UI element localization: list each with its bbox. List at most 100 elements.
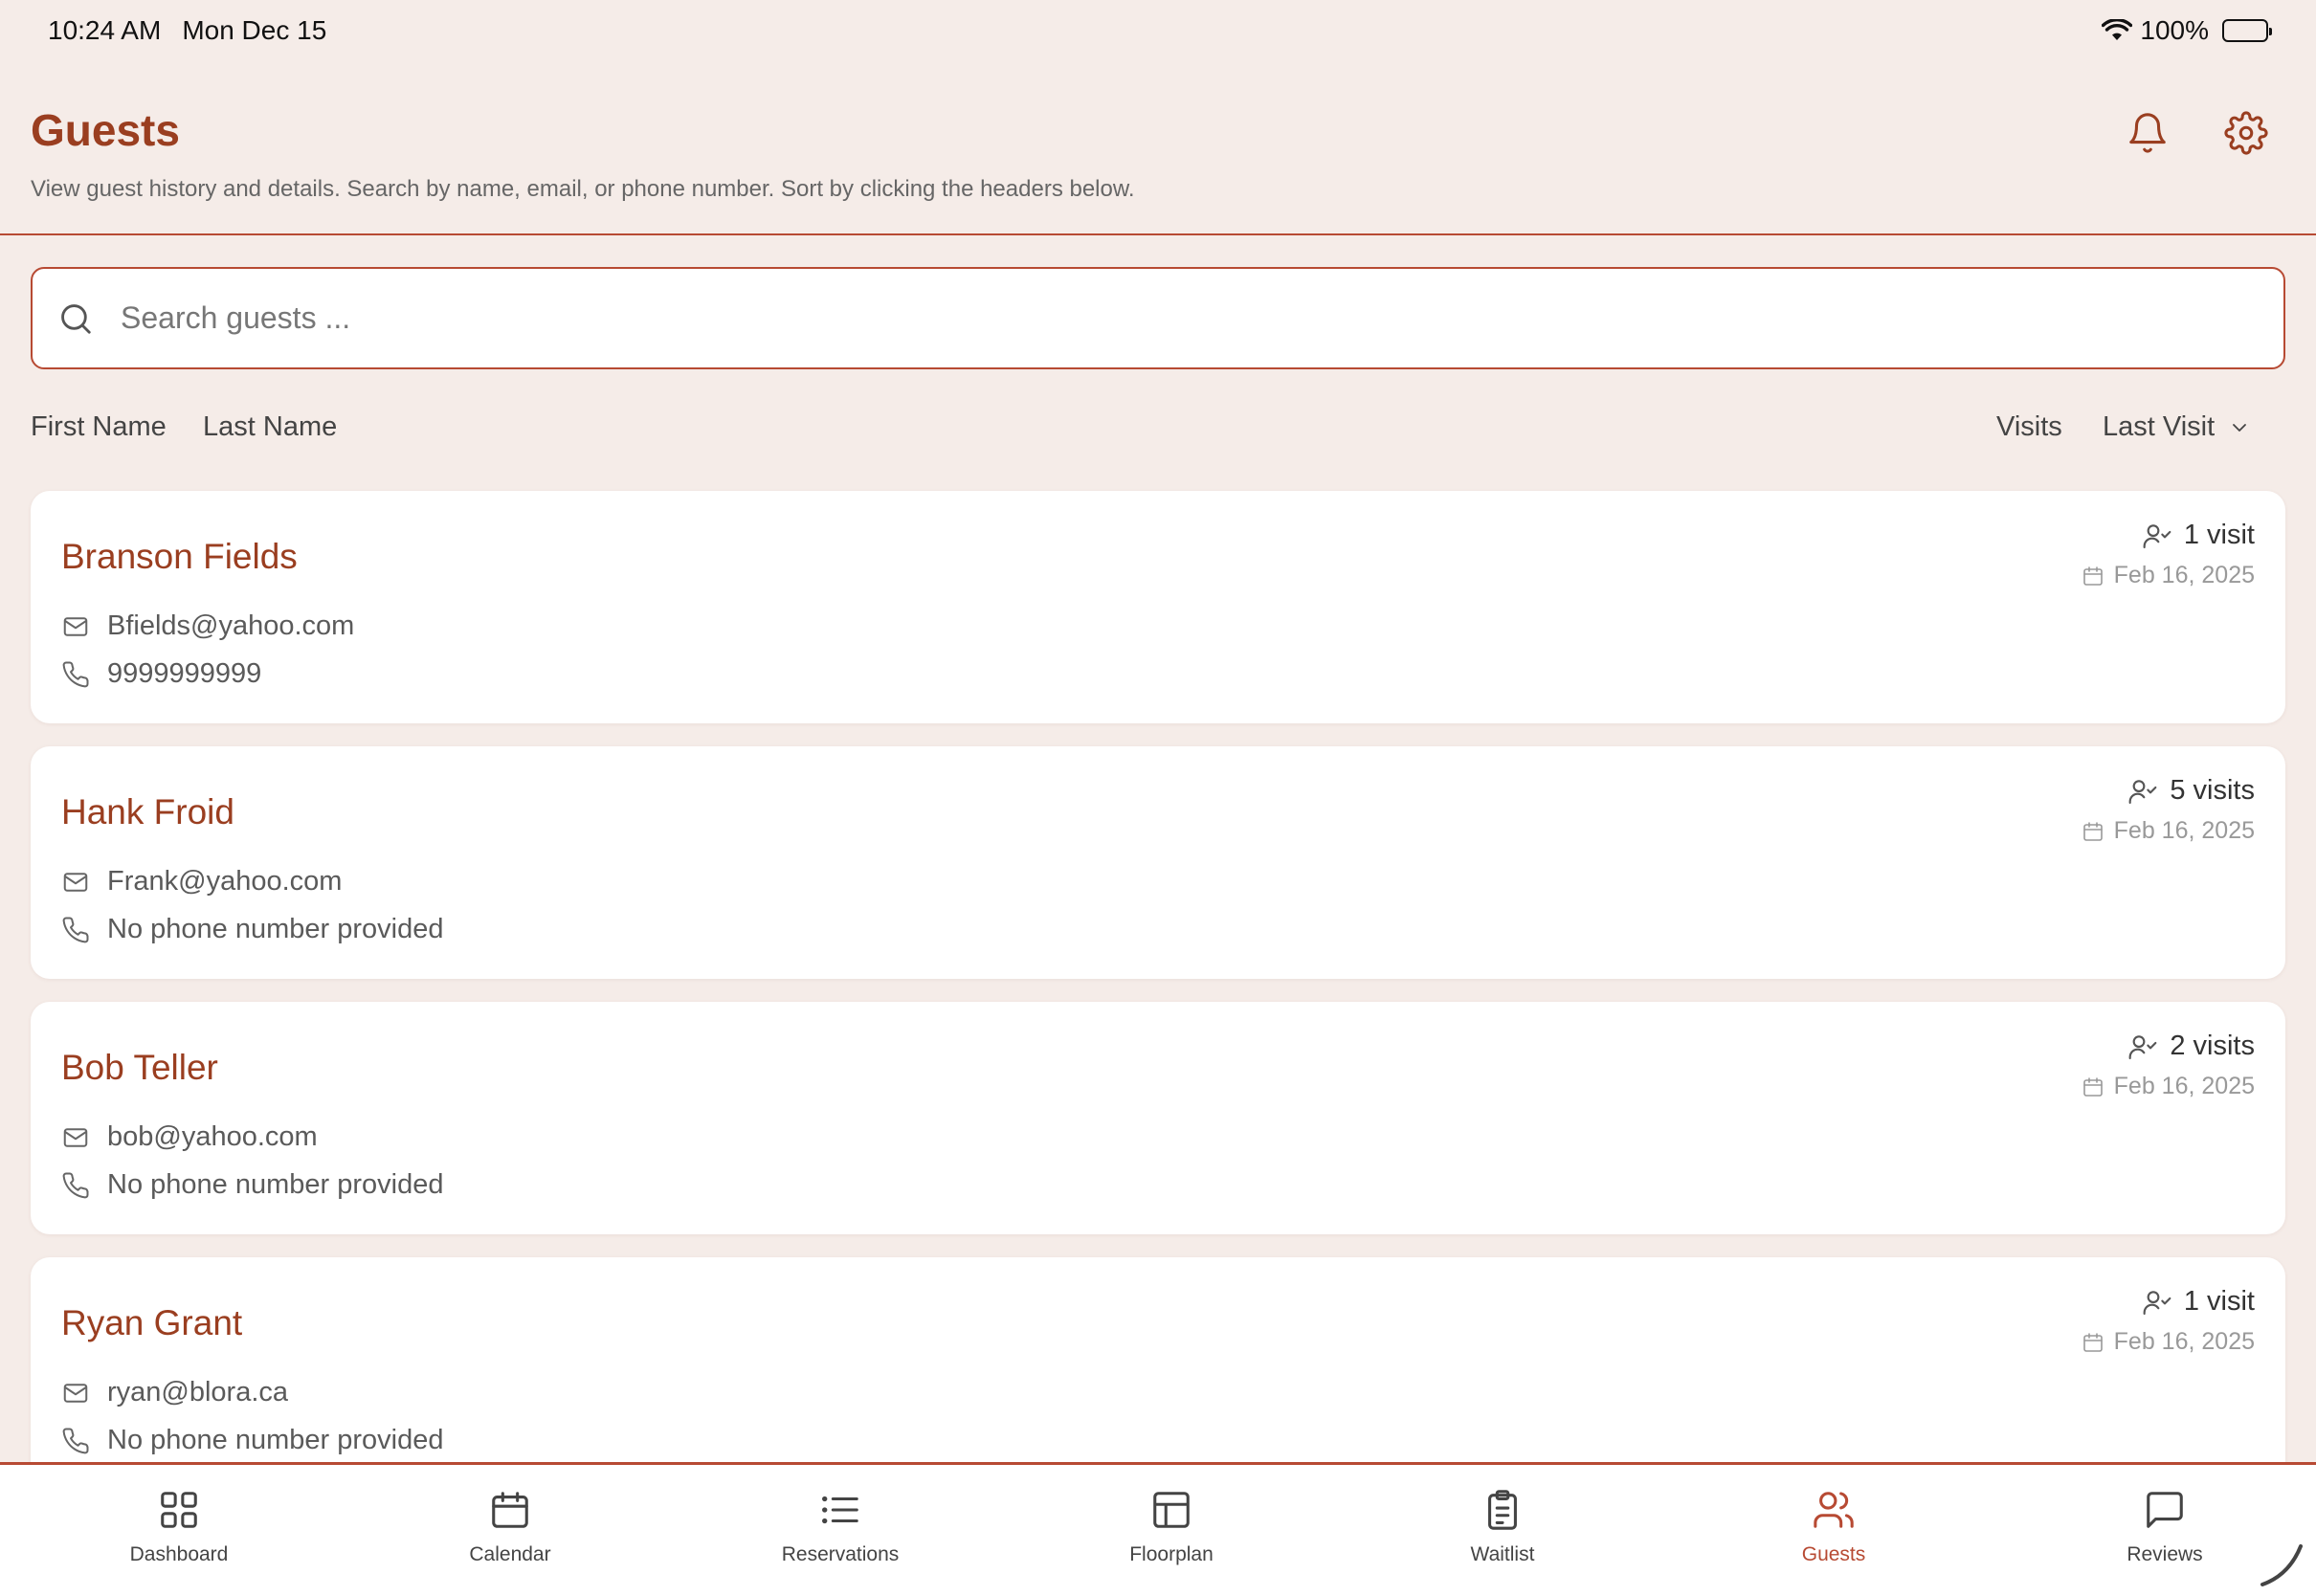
- user-check-icon: [2127, 776, 2170, 807]
- page-subtitle: View guest history and details. Search b…: [31, 176, 1135, 202]
- tab-label: Reservations: [781, 1543, 900, 1565]
- calendar-small-icon: [2082, 820, 2114, 843]
- guest-last-visit: Feb 16, 2025: [2082, 1073, 2255, 1100]
- message-icon: [2143, 1488, 2187, 1532]
- mail-icon: [61, 868, 107, 897]
- tab-label: Guests: [1801, 1543, 1866, 1565]
- layout-icon: [1149, 1488, 1193, 1532]
- tab-reservations[interactable]: Reservations: [745, 1465, 936, 1596]
- phone-icon: [61, 1171, 107, 1200]
- guest-last-visit: Feb 16, 2025: [2082, 817, 2255, 845]
- tab-floorplan[interactable]: Floorplan: [1076, 1465, 1267, 1596]
- guest-email: Bfields@yahoo.com: [107, 610, 355, 641]
- sort-first-name[interactable]: First Name: [31, 411, 167, 443]
- guest-email-row: Bfields@yahoo.com: [61, 610, 354, 642]
- guest-email-row: ryan@blora.ca: [61, 1377, 288, 1408]
- tab-reviews[interactable]: Reviews: [2069, 1465, 2260, 1596]
- guest-visits-count: 2 visits: [2170, 1031, 2255, 1061]
- guest-phone: No phone number provided: [107, 914, 444, 944]
- guest-phone-row: No phone number provided: [61, 1425, 443, 1456]
- calendar-small-icon: [2082, 1331, 2114, 1354]
- guest-visits-count: 1 visit: [2183, 1286, 2255, 1317]
- wifi-icon: [2102, 19, 2133, 42]
- tab-label: Dashboard: [129, 1543, 229, 1565]
- tab-label: Calendar: [469, 1543, 551, 1565]
- bottom-tab-bar: Dashboard Calendar Reservations Floorpla…: [0, 1462, 2316, 1596]
- gear-icon: [2224, 111, 2268, 155]
- clipboard-icon: [1481, 1488, 1525, 1532]
- guest-card[interactable]: Bob Teller bob@yahoo.com No phone number…: [31, 1002, 2285, 1234]
- search-input[interactable]: [121, 300, 2226, 336]
- guest-last-visit: Feb 16, 2025: [2082, 562, 2255, 589]
- search-box[interactable]: [31, 267, 2285, 369]
- tab-dashboard[interactable]: Dashboard: [83, 1465, 275, 1596]
- guest-phone: 9999999999: [107, 658, 262, 689]
- guest-name: Bob Teller: [61, 1048, 218, 1087]
- calendar-icon: [488, 1488, 532, 1532]
- guest-visits: 1 visit: [2142, 1286, 2255, 1318]
- guest-phone: No phone number provided: [107, 1425, 444, 1455]
- guest-last-visit: Feb 16, 2025: [2082, 1328, 2255, 1356]
- guest-visits-count: 1 visit: [2183, 520, 2255, 550]
- phone-icon: [61, 916, 107, 944]
- users-icon: [1812, 1488, 1856, 1532]
- user-check-icon: [2142, 521, 2184, 551]
- guest-last-visit-date: Feb 16, 2025: [2113, 1073, 2255, 1099]
- tab-waitlist[interactable]: Waitlist: [1407, 1465, 1598, 1596]
- guest-email-row: bob@yahoo.com: [61, 1121, 318, 1153]
- guest-card[interactable]: Ryan Grant ryan@blora.ca No phone number…: [31, 1257, 2285, 1490]
- sort-last-visit[interactable]: Last Visit: [2103, 411, 2251, 443]
- tab-label: Waitlist: [1470, 1543, 1535, 1565]
- guest-email: ryan@blora.ca: [107, 1377, 289, 1408]
- notifications-button[interactable]: [2114, 100, 2181, 166]
- guest-last-visit-date: Feb 16, 2025: [2113, 817, 2255, 844]
- page-header: Guests View guest history and details. S…: [0, 61, 2316, 235]
- guest-email: bob@yahoo.com: [107, 1121, 318, 1152]
- guest-phone-row: 9999999999: [61, 658, 261, 690]
- guest-name: Branson Fields: [61, 537, 298, 576]
- mail-icon: [61, 1123, 107, 1152]
- mail-icon: [61, 612, 107, 641]
- guest-name: Ryan Grant: [61, 1303, 243, 1342]
- calendar-small-icon: [2082, 565, 2114, 587]
- chevron-down-icon: [2228, 416, 2251, 439]
- settings-button[interactable]: [2213, 100, 2280, 166]
- sort-visits[interactable]: Visits: [1996, 411, 2062, 443]
- user-check-icon: [2127, 1031, 2170, 1062]
- tab-calendar[interactable]: Calendar: [414, 1465, 606, 1596]
- guest-last-visit-date: Feb 16, 2025: [2113, 562, 2255, 588]
- guest-phone-row: No phone number provided: [61, 914, 443, 945]
- guest-visits-count: 5 visits: [2170, 775, 2255, 806]
- tab-label: Floorplan: [1129, 1543, 1214, 1565]
- guest-email: Frank@yahoo.com: [107, 866, 343, 897]
- list-icon: [818, 1488, 862, 1532]
- phone-icon: [61, 1427, 107, 1455]
- guest-email-row: Frank@yahoo.com: [61, 866, 342, 898]
- guest-card[interactable]: Branson Fields Bfields@yahoo.com 9999999…: [31, 491, 2285, 723]
- sort-last-visit-label: Last Visit: [2103, 411, 2216, 442]
- status-bar: 10:24 AM Mon Dec 15 100%: [0, 0, 2316, 61]
- guest-phone: No phone number provided: [107, 1169, 444, 1200]
- grid-icon: [157, 1488, 201, 1532]
- guest-name: Hank Froid: [61, 792, 234, 831]
- corner-handle-icon: [2257, 1539, 2308, 1590]
- calendar-small-icon: [2082, 1075, 2114, 1098]
- guest-last-visit-date: Feb 16, 2025: [2113, 1328, 2255, 1355]
- guest-visits: 1 visit: [2142, 520, 2255, 551]
- page-title: Guests: [31, 105, 180, 155]
- bell-icon: [2126, 111, 2170, 155]
- tab-label: Reviews: [2127, 1543, 2203, 1565]
- guest-visits: 2 visits: [2127, 1031, 2255, 1062]
- mail-icon: [61, 1379, 107, 1408]
- status-time: 10:24 AM: [48, 15, 162, 45]
- sort-last-name[interactable]: Last Name: [203, 411, 337, 443]
- user-check-icon: [2142, 1287, 2184, 1318]
- tab-guests[interactable]: Guests: [1738, 1465, 1929, 1596]
- guest-phone-row: No phone number provided: [61, 1169, 443, 1201]
- guest-visits: 5 visits: [2127, 775, 2255, 807]
- status-date: Mon Dec 15: [182, 15, 327, 45]
- sort-header-bar: First Name Last Name Visits Last Visit: [0, 402, 2316, 455]
- guest-card[interactable]: Hank Froid Frank@yahoo.com No phone numb…: [31, 746, 2285, 979]
- battery-icon: [2222, 19, 2272, 42]
- battery-percent: 100%: [2140, 15, 2209, 45]
